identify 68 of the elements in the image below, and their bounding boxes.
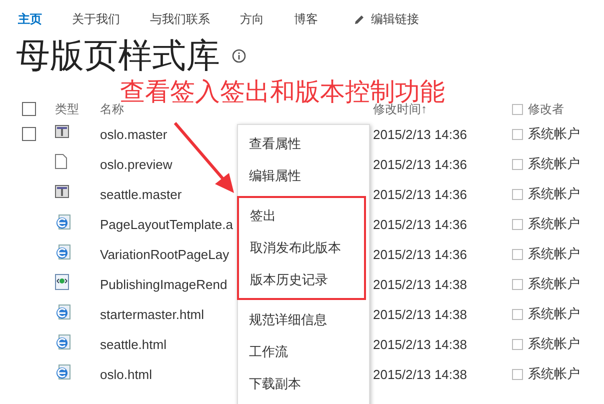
nav-link[interactable]: 方向 bbox=[240, 10, 264, 28]
pencil-icon bbox=[354, 14, 365, 24]
checkbox[interactable] bbox=[512, 248, 523, 260]
file-name-link[interactable]: oslo.preview bbox=[100, 156, 172, 172]
nav-link[interactable]: 与我们联系 bbox=[150, 10, 210, 28]
file-name-link[interactable]: PageLayoutTemplate.a bbox=[100, 216, 233, 232]
table-cell: 系统帐户 bbox=[528, 305, 580, 323]
file-name-link[interactable]: PublishingImageRend bbox=[100, 276, 228, 292]
table-cell: 2015/2/13 14:36 bbox=[373, 186, 467, 202]
web-page-icon bbox=[55, 244, 71, 260]
table-cell: 系统帐户 bbox=[528, 245, 580, 263]
menu-item[interactable]: 取消发布此版本 bbox=[239, 232, 364, 264]
table-cell: 2015/2/13 14:38 bbox=[373, 276, 467, 292]
menu-item[interactable]: 版本历史记录 bbox=[239, 264, 364, 296]
table-cell: 2015/2/13 14:38 bbox=[373, 336, 467, 352]
checkbox[interactable] bbox=[512, 218, 523, 230]
menu-item[interactable]: 规范详细信息 bbox=[238, 304, 369, 336]
file-name-link[interactable]: oslo.master bbox=[100, 126, 168, 142]
edit-links-link[interactable]: 编辑链接 bbox=[354, 10, 419, 28]
table-cell: 2015/2/13 14:36 bbox=[373, 156, 467, 172]
table-cell: 2015/2/13 14:36 bbox=[373, 126, 467, 142]
file-name-link[interactable]: oslo.html bbox=[100, 366, 152, 382]
web-page-icon bbox=[55, 334, 71, 350]
table-cell: 2015/2/13 14:38 bbox=[373, 366, 467, 382]
table-cell: 2015/2/13 14:36 bbox=[373, 246, 467, 262]
menu-item[interactable]: 下载副本 bbox=[238, 368, 369, 400]
column-header[interactable]: 修改者 bbox=[528, 100, 564, 118]
info-icon[interactable] bbox=[232, 49, 246, 63]
nav-link[interactable]: 博客 bbox=[294, 10, 318, 28]
table-cell: 系统帐户 bbox=[528, 185, 580, 203]
table-cell: 系统帐户 bbox=[528, 275, 580, 293]
web-page-icon bbox=[55, 364, 71, 380]
table-cell: 系统帐户 bbox=[528, 125, 580, 143]
table-cell: 系统帐户 bbox=[528, 365, 580, 383]
row-checkbox[interactable] bbox=[22, 127, 36, 141]
checkbox[interactable] bbox=[512, 338, 523, 350]
table-cell: 2015/2/13 14:38 bbox=[373, 306, 467, 322]
nav-link[interactable]: 关于我们 bbox=[72, 10, 120, 28]
blank-file-icon bbox=[55, 154, 67, 169]
file-name-link[interactable]: startermaster.html bbox=[100, 306, 204, 322]
template-file-icon bbox=[55, 185, 69, 198]
column-header[interactable]: 名称 bbox=[100, 100, 124, 118]
checkbox[interactable] bbox=[512, 308, 523, 320]
code-file-icon bbox=[55, 274, 69, 290]
checkbox[interactable] bbox=[512, 278, 523, 290]
nav-link[interactable]: 主页 bbox=[18, 10, 42, 28]
menu-item[interactable]: 查看属性 bbox=[238, 128, 369, 160]
table-cell: 系统帐户 bbox=[528, 155, 580, 173]
table-cell: 2015/2/13 14:36 bbox=[373, 216, 467, 232]
template-file-icon bbox=[55, 125, 69, 138]
file-name-link[interactable]: VariationRootPageLay bbox=[100, 246, 230, 262]
web-page-icon bbox=[55, 214, 71, 230]
file-name-link[interactable]: seattle.html bbox=[100, 336, 166, 352]
table-cell: 系统帐户 bbox=[528, 215, 580, 233]
menu-item[interactable]: 编辑属性 bbox=[238, 160, 369, 192]
checkbox[interactable] bbox=[512, 128, 523, 140]
table-cell: 系统帐户 bbox=[528, 335, 580, 353]
checkbox[interactable] bbox=[512, 158, 523, 170]
menu-item[interactable]: 工作流 bbox=[238, 336, 369, 368]
select-all-checkbox[interactable] bbox=[22, 102, 36, 116]
page-title: 母版页样式库 bbox=[16, 36, 220, 77]
checkbox[interactable] bbox=[512, 368, 523, 380]
checkbox[interactable] bbox=[512, 188, 523, 200]
file-name-link[interactable]: seattle.master bbox=[100, 186, 182, 202]
checkbox[interactable] bbox=[512, 104, 523, 114]
column-header[interactable]: 类型 bbox=[55, 100, 79, 118]
web-page-icon bbox=[55, 304, 71, 320]
menu-item[interactable]: 签出 bbox=[239, 200, 364, 232]
